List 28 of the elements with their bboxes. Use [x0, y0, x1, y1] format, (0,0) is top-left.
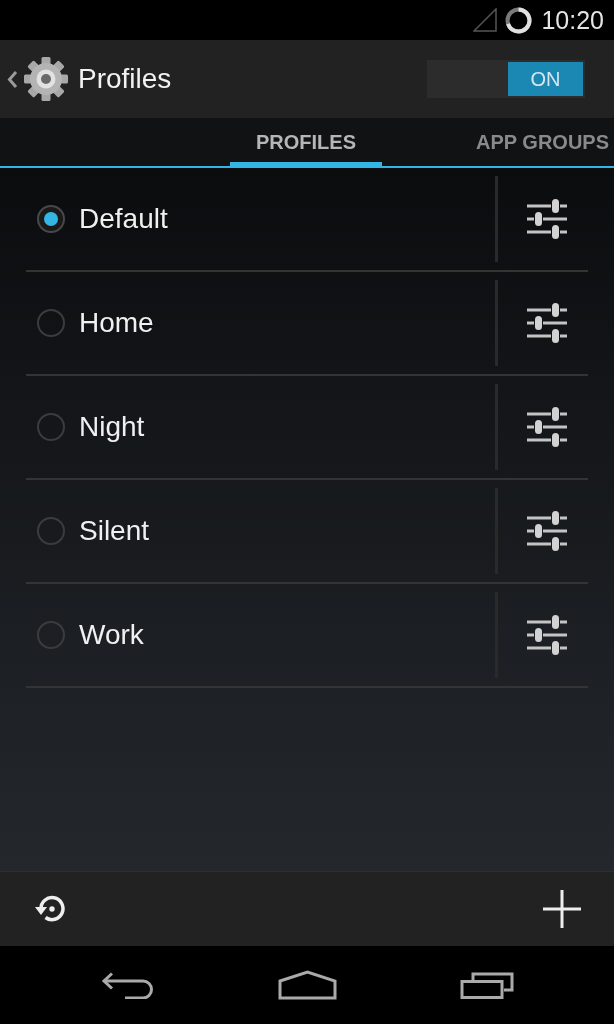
- radio-button[interactable]: [37, 309, 65, 337]
- sliders-icon[interactable]: [527, 407, 567, 447]
- status-time: 10:20: [541, 5, 604, 35]
- radio-button[interactable]: [37, 517, 65, 545]
- radio-button[interactable]: [37, 205, 65, 233]
- sliders-icon[interactable]: [527, 511, 567, 551]
- radio-button[interactable]: [37, 621, 65, 649]
- sliders-icon[interactable]: [527, 303, 567, 343]
- screen-title: Profiles: [78, 63, 173, 95]
- caret-icon[interactable]: [7, 69, 18, 89]
- sliders-icon[interactable]: [527, 615, 567, 655]
- profile-name: Default: [79, 203, 169, 235]
- profile-name: Home: [79, 307, 155, 339]
- back-icon[interactable]: [101, 971, 155, 999]
- on-off-switch[interactable]: ON: [427, 60, 585, 98]
- radio-button[interactable]: [37, 413, 65, 441]
- sliders-icon[interactable]: [527, 199, 567, 239]
- home-icon[interactable]: [278, 970, 337, 1000]
- gear-icon[interactable]: [23, 55, 69, 103]
- profile-name: Night: [79, 411, 146, 443]
- signal-icon: [473, 8, 498, 32]
- profile-name: Silent: [79, 515, 151, 547]
- plus-icon[interactable]: [543, 890, 581, 928]
- tab[interactable]: APP GROUPS: [450, 118, 609, 166]
- ring-icon: [505, 6, 533, 34]
- profile-name: Work: [79, 619, 145, 651]
- recents-icon[interactable]: [460, 971, 514, 999]
- circular-arrow-icon[interactable]: [33, 894, 68, 924]
